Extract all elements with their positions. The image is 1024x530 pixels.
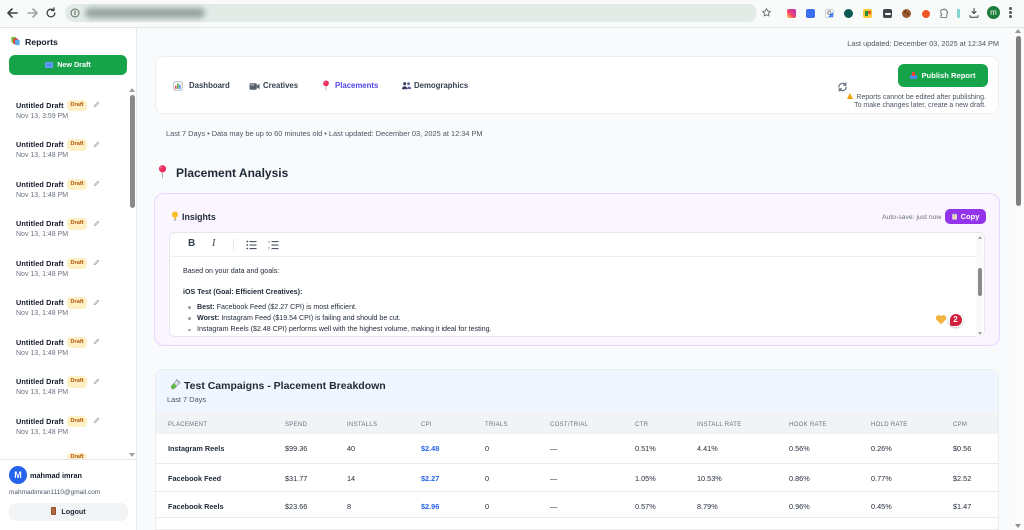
svg-text:2: 2 [268,247,270,251]
svg-text:1: 1 [268,240,270,244]
